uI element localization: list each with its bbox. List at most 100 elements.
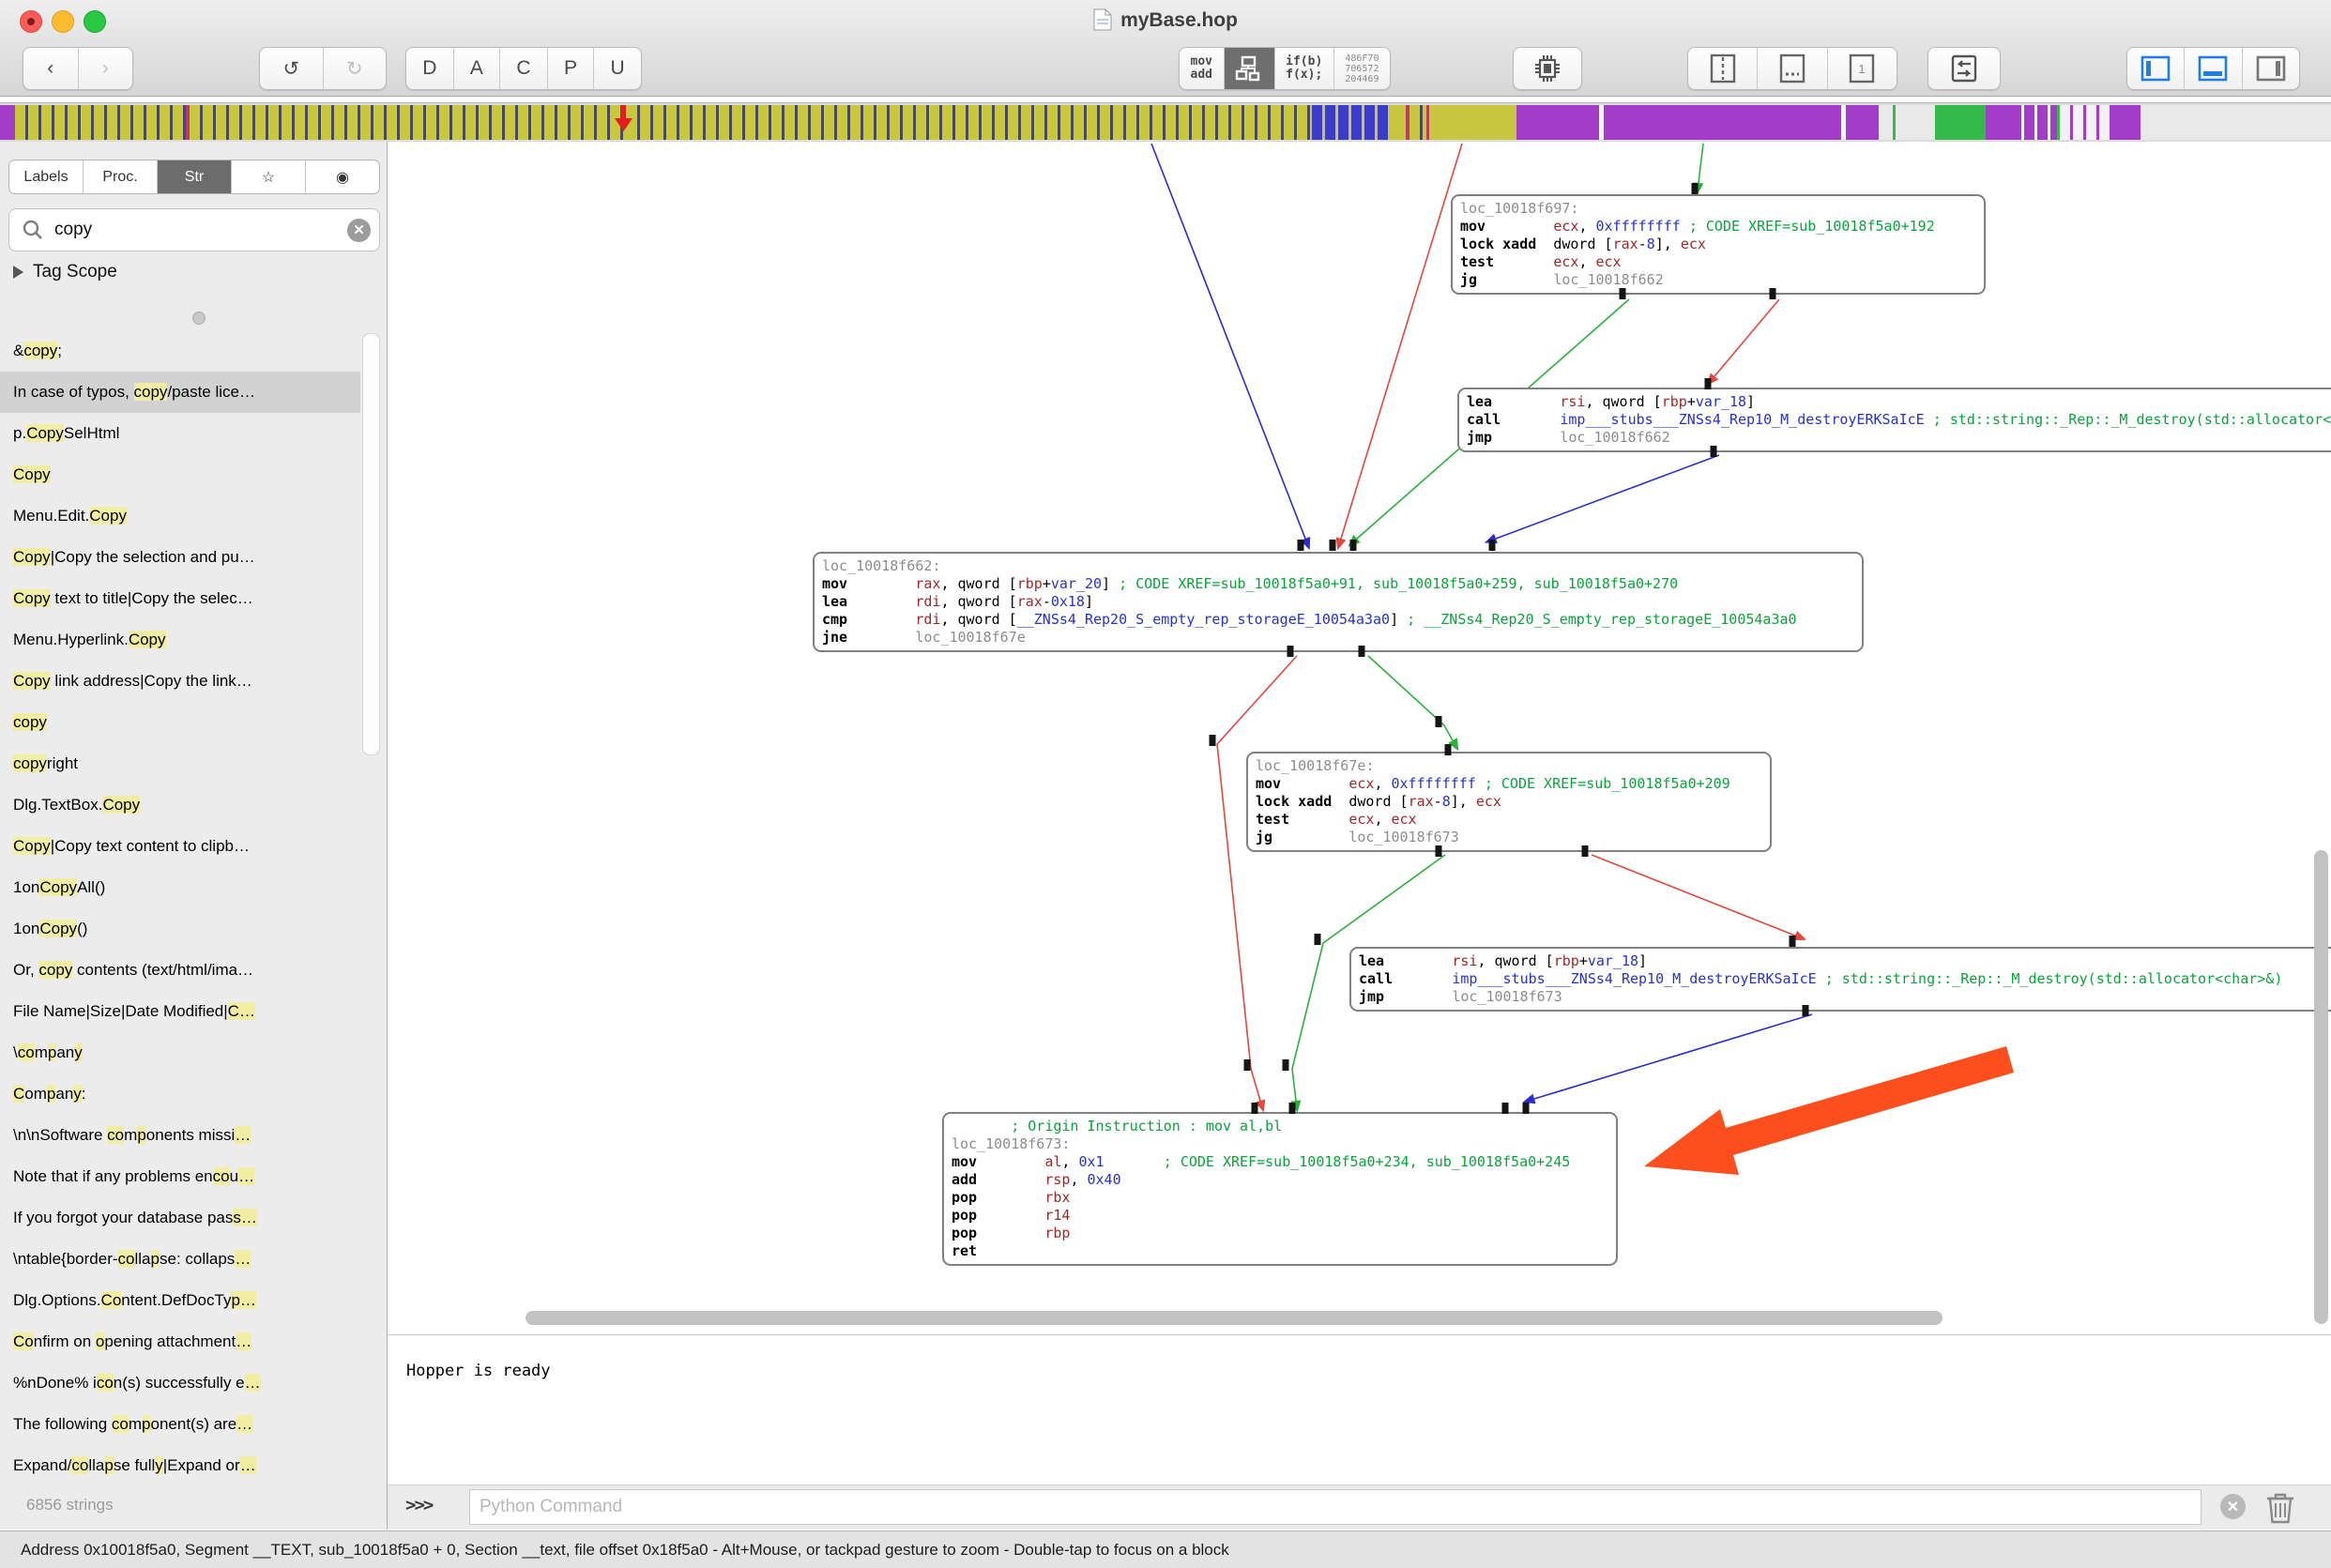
python-command-input[interactable] bbox=[469, 1489, 2202, 1525]
assembly-view-button[interactable]: movadd bbox=[1180, 48, 1224, 89]
nav-segment[interactable] bbox=[1429, 105, 1516, 140]
graph-view-button[interactable] bbox=[1224, 48, 1274, 89]
string-list-item[interactable]: Copy text to title|Copy the selec… bbox=[0, 578, 360, 619]
string-list-item[interactable]: If you forgot your database pass… bbox=[0, 1197, 360, 1239]
string-list-item[interactable]: Copy link address|Copy the link… bbox=[0, 661, 360, 702]
string-list-item[interactable]: \ntable{border-collapse: collaps… bbox=[0, 1239, 360, 1280]
clear-console-button[interactable]: ✕ bbox=[2220, 1494, 2246, 1519]
toggle-left-panel-button[interactable] bbox=[2127, 48, 2184, 89]
tab-labels[interactable]: Labels bbox=[9, 160, 83, 193]
basic-block-loc_10018f673[interactable]: ; Origin Instruction : mov al,blloc_1001… bbox=[942, 1112, 1618, 1266]
string-list-item[interactable]: copyright bbox=[0, 743, 360, 784]
string-list-item[interactable]: p.CopySelHtml bbox=[0, 413, 360, 454]
tab-[interactable]: ◉ bbox=[305, 160, 379, 193]
string-list-item[interactable]: copy bbox=[0, 702, 360, 743]
nav-segment[interactable] bbox=[1409, 105, 1426, 140]
nav-segment[interactable] bbox=[2060, 105, 2110, 140]
string-list-item[interactable]: Copy bbox=[0, 454, 360, 495]
string-list-item[interactable]: Company: bbox=[0, 1073, 360, 1115]
hex-view-button[interactable]: 486F70706572204469 bbox=[1333, 48, 1390, 89]
search-field[interactable]: ✕ bbox=[8, 208, 380, 251]
toggle-right-panel-button[interactable] bbox=[2242, 48, 2299, 89]
split-column-button[interactable] bbox=[1688, 48, 1757, 89]
type-button-p[interactable]: P bbox=[547, 48, 594, 89]
type-button-a[interactable]: A bbox=[453, 48, 500, 89]
basic-block-stub-destroy-1[interactable]: lea rsi, qword [rbp+var_18]call imp___st… bbox=[1457, 388, 2331, 452]
tab-proc[interactable]: Proc. bbox=[83, 160, 157, 193]
undo-button[interactable]: ↺ bbox=[260, 48, 323, 89]
tag-scope-disclosure[interactable]: Tag Scope bbox=[13, 262, 117, 282]
nav-segment[interactable] bbox=[627, 105, 1312, 140]
nav-segment[interactable] bbox=[1604, 105, 1841, 140]
nav-segment[interactable] bbox=[1935, 105, 1986, 140]
cfg-canvas[interactable]: loc_10018f697:mov ecx, 0xffffffff ; CODE… bbox=[388, 142, 2331, 1335]
nav-segment[interactable] bbox=[15, 105, 186, 140]
search-input[interactable] bbox=[53, 219, 347, 241]
nav-segment[interactable] bbox=[0, 105, 15, 140]
nav-segment[interactable] bbox=[1846, 105, 1879, 140]
trash-icon bbox=[2264, 1490, 2296, 1526]
basic-block-loc_10018f67e[interactable]: loc_10018f67e:mov ecx, 0xffffffff ; CODE… bbox=[1246, 752, 1772, 852]
type-button-u[interactable]: U bbox=[593, 48, 641, 89]
string-list-item[interactable]: Or, copy contents (text/html/ima… bbox=[0, 950, 360, 991]
trash-button[interactable] bbox=[2264, 1490, 2296, 1530]
string-list-item[interactable]: Dlg.Options.Content.DefDocTyp… bbox=[0, 1280, 360, 1321]
redo-button[interactable]: ↻ bbox=[323, 48, 387, 89]
nav-segment[interactable] bbox=[1879, 105, 1893, 140]
string-list-item[interactable]: %nDone% icon(s) successfully e… bbox=[0, 1362, 360, 1404]
python-command-row: >>> ✕ bbox=[388, 1484, 2331, 1530]
clear-search-button[interactable]: ✕ bbox=[347, 219, 371, 242]
left-panel-icon bbox=[2139, 54, 2172, 83]
address-space-navigator[interactable] bbox=[0, 102, 2331, 143]
string-list-item[interactable]: Dlg.TextBox.Copy bbox=[0, 784, 360, 826]
nav-segment[interactable] bbox=[1896, 105, 1935, 140]
basic-block-loc_10018f662[interactable]: loc_10018f662:mov rax, qword [rbp+var_20… bbox=[813, 552, 1864, 652]
string-list-item[interactable]: Copy|Copy the selection and pu… bbox=[0, 537, 360, 578]
nav-segment[interactable] bbox=[1391, 105, 1406, 140]
nav-segment[interactable] bbox=[2110, 105, 2141, 140]
forward-button[interactable]: › bbox=[78, 48, 133, 89]
graph-icon bbox=[1235, 54, 1263, 83]
nav-segment[interactable] bbox=[1986, 105, 2011, 140]
sidebar-scrollbar[interactable] bbox=[362, 333, 380, 755]
string-list-item[interactable]: The following component(s) are… bbox=[0, 1404, 360, 1445]
canvas-vertical-scrollbar[interactable] bbox=[2314, 850, 2328, 1324]
string-list-item[interactable]: Menu.Edit.Copy bbox=[0, 495, 360, 537]
type-button-c[interactable]: C bbox=[499, 48, 547, 89]
string-list-item[interactable]: Copy|Copy text content to clipb… bbox=[0, 826, 360, 867]
nav-segment[interactable] bbox=[1312, 105, 1391, 140]
nav-segment[interactable] bbox=[190, 105, 627, 140]
type-button-d[interactable]: D bbox=[406, 48, 453, 89]
edge-arrowhead bbox=[1336, 537, 1347, 550]
tab-str[interactable]: Str bbox=[157, 160, 231, 193]
string-list-item[interactable]: Menu.Hyperlink.Copy bbox=[0, 619, 360, 661]
string-list-item[interactable]: 1onCopy() bbox=[0, 908, 360, 950]
string-list-item[interactable]: Expand/collapse fully|Expand or… bbox=[0, 1445, 360, 1486]
back-button[interactable]: ‹ bbox=[23, 48, 78, 89]
pseudocode-view-button[interactable]: if(b)f(x); bbox=[1274, 48, 1333, 89]
nav-segment[interactable] bbox=[2011, 105, 2057, 140]
basic-block-stub-destroy-2[interactable]: lea rsi, qword [rbp+var_18]call imp___st… bbox=[1349, 947, 2331, 1012]
console-message: Hopper is ready bbox=[406, 1362, 551, 1380]
string-list-item[interactable]: 1onCopyAll() bbox=[0, 867, 360, 908]
transfer-button[interactable] bbox=[1927, 47, 2001, 90]
string-list-item[interactable]: In case of typos, copy/paste lice… bbox=[0, 372, 360, 413]
string-list-item[interactable]: &copy; bbox=[0, 330, 360, 372]
string-list-item[interactable]: Note that if any problems encou… bbox=[0, 1156, 360, 1197]
toggle-bottom-panel-button[interactable] bbox=[2184, 48, 2241, 89]
dotted-column-icon bbox=[1776, 52, 1808, 85]
single-column-button[interactable]: 1 bbox=[1827, 48, 1897, 89]
tag-scope-label: Tag Scope bbox=[33, 262, 117, 282]
nav-segment[interactable] bbox=[2141, 105, 2331, 140]
splitter-handle[interactable] bbox=[192, 312, 206, 325]
string-list-item[interactable]: File Name|Size|Date Modified|C… bbox=[0, 991, 360, 1032]
tab-[interactable]: ☆ bbox=[231, 160, 305, 193]
canvas-horizontal-scrollbar[interactable] bbox=[526, 1311, 1942, 1325]
string-list-item[interactable]: Confirm on opening attachment… bbox=[0, 1321, 360, 1362]
dotted-column-button[interactable] bbox=[1757, 48, 1826, 89]
nav-segment[interactable] bbox=[1516, 105, 1599, 140]
string-list-item[interactable]: \company bbox=[0, 1032, 360, 1073]
cpu-button[interactable] bbox=[1513, 47, 1582, 90]
string-list-item[interactable]: \n\nSoftware components missi… bbox=[0, 1115, 360, 1156]
basic-block-loc_10018f697[interactable]: loc_10018f697:mov ecx, 0xffffffff ; CODE… bbox=[1451, 194, 1986, 295]
